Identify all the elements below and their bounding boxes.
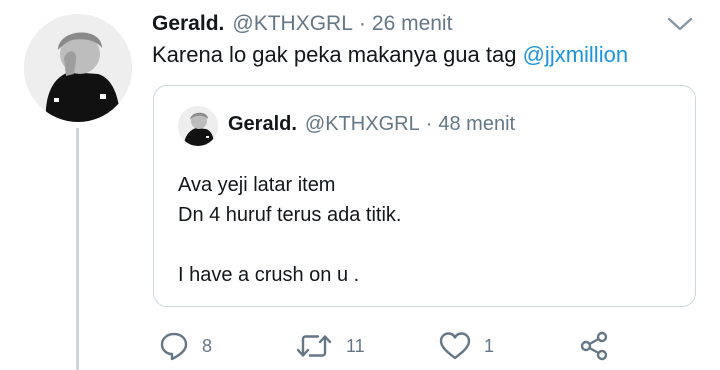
tweet-text: Karena lo gak peka makanya gua tag @jjxm… [152,42,628,68]
quoted-author-avatar [178,106,218,146]
retweet-icon [296,335,332,357]
mention-link[interactable]: @jjxmillion [523,42,628,67]
reply-icon [160,332,188,361]
quoted-text-line: Dn 4 huruf terus ada titik. [178,204,402,226]
quoted-tweet-time: 48 menit [438,113,516,135]
quoted-text-line: I have a crush on u . [178,264,360,286]
heart-icon [439,332,471,360]
quoted-text-line: Ava yeji latar item [178,174,336,196]
quoted-author-name: Gerald. [228,113,297,135]
tweet-body: Karena lo gak peka makanya gua tag [152,42,523,67]
tweet-actions: 8 11 1 [156,326,626,366]
author-name[interactable]: Gerald. [152,12,224,36]
retweet-button[interactable]: 11 [294,326,365,366]
author-avatar[interactable] [24,14,132,122]
tweet-time[interactable]: 26 menit [372,12,453,36]
quoted-tweet-header: Gerald. @KTHXGRL · 48 menit [228,113,515,136]
avatar-image [178,106,218,146]
thread-line [76,128,79,370]
reply-count: 8 [202,335,213,356]
like-button[interactable]: 1 [438,326,494,366]
author-handle[interactable]: @KTHXGRL [232,12,353,36]
separator-dot: · [358,12,366,35]
share-button[interactable] [578,326,610,366]
reply-button[interactable]: 8 [158,326,212,366]
share-icon [580,331,608,361]
tweet-header: Gerald. @KTHXGRL · 26 menit [152,10,452,38]
retweet-count: 11 [346,335,365,356]
separator-dot: · [425,113,433,135]
quoted-tweet[interactable]: Gerald. @KTHXGRL · 48 menit Ava yeji lat… [153,85,696,307]
quoted-author-handle: @KTHXGRL [304,113,420,135]
chevron-down-icon[interactable] [666,12,694,36]
avatar-image [24,14,132,122]
like-count: 1 [484,335,495,356]
